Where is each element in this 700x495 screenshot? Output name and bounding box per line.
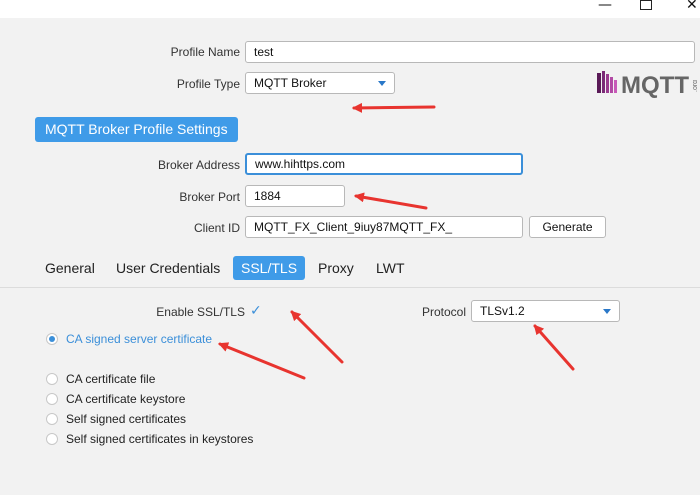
- close-icon[interactable]: ✕: [686, 0, 698, 13]
- broker-settings-header: MQTT Broker Profile Settings: [35, 117, 238, 142]
- arrow-enable-ssl: [290, 310, 344, 364]
- radio-button[interactable]: [46, 413, 58, 425]
- broker-port-input[interactable]: 1884: [245, 185, 345, 207]
- tab-proxy[interactable]: Proxy: [312, 256, 360, 280]
- mqtt-logo: MQTT .org: [597, 71, 697, 98]
- chevron-down-icon: [603, 309, 611, 314]
- protocol-value: TLSv1.2: [480, 304, 525, 318]
- svg-text:.org: .org: [692, 80, 697, 92]
- client-id-input[interactable]: MQTT_FX_Client_9iuy87MQTT_FX_: [245, 216, 523, 238]
- generate-button[interactable]: Generate: [529, 216, 606, 238]
- profile-type-select[interactable]: MQTT Broker: [245, 72, 395, 94]
- radio-label: CA certificate file: [66, 372, 156, 386]
- profile-type-value: MQTT Broker: [254, 76, 327, 90]
- tab-ssl-tls[interactable]: SSL/TLS: [233, 256, 306, 280]
- radio-button[interactable]: [46, 433, 58, 445]
- radio-label: CA signed server certificate: [66, 332, 213, 346]
- broker-address-input[interactable]: www.hihttps.com: [245, 153, 523, 175]
- protocol-label: Protocol: [421, 305, 466, 319]
- title-bar: — ✕: [0, 0, 700, 18]
- arrow-ca-signed: [218, 342, 306, 380]
- radio-label: Self signed certificates in keystores: [66, 432, 254, 446]
- profile-name-label: Profile Name: [170, 45, 240, 59]
- tab-lwt[interactable]: LWT: [370, 256, 411, 280]
- radio-button[interactable]: [46, 373, 58, 385]
- radio-button[interactable]: [46, 393, 58, 405]
- svg-text:MQTT: MQTT: [621, 72, 689, 98]
- maximize-icon[interactable]: [640, 0, 652, 10]
- radio-button[interactable]: [46, 333, 58, 345]
- tab-divider: [0, 287, 700, 288]
- profile-type-label: Profile Type: [176, 77, 240, 91]
- client-id-label: Client ID: [193, 221, 240, 235]
- minimize-icon[interactable]: —: [598, 0, 612, 13]
- protocol-select[interactable]: TLSv1.2: [471, 300, 620, 322]
- chevron-down-icon: [378, 81, 386, 86]
- arrow-profile-type: [352, 102, 436, 113]
- enable-ssl-checkbox[interactable]: ✓: [250, 303, 262, 319]
- enable-ssl-label: Enable SSL/TLS: [156, 305, 245, 319]
- broker-address-label: Broker Address: [157, 158, 240, 172]
- arrow-broker-port: [354, 192, 428, 210]
- profile-name-input[interactable]: test: [245, 41, 695, 63]
- arrow-protocol: [533, 324, 575, 371]
- radio-label: CA certificate keystore: [66, 392, 186, 406]
- tab-user-credentials[interactable]: User Credentials: [110, 256, 226, 280]
- radio-label: Self signed certificates: [66, 412, 187, 426]
- broker-port-label: Broker Port: [179, 190, 240, 204]
- tab-general[interactable]: General: [39, 256, 101, 280]
